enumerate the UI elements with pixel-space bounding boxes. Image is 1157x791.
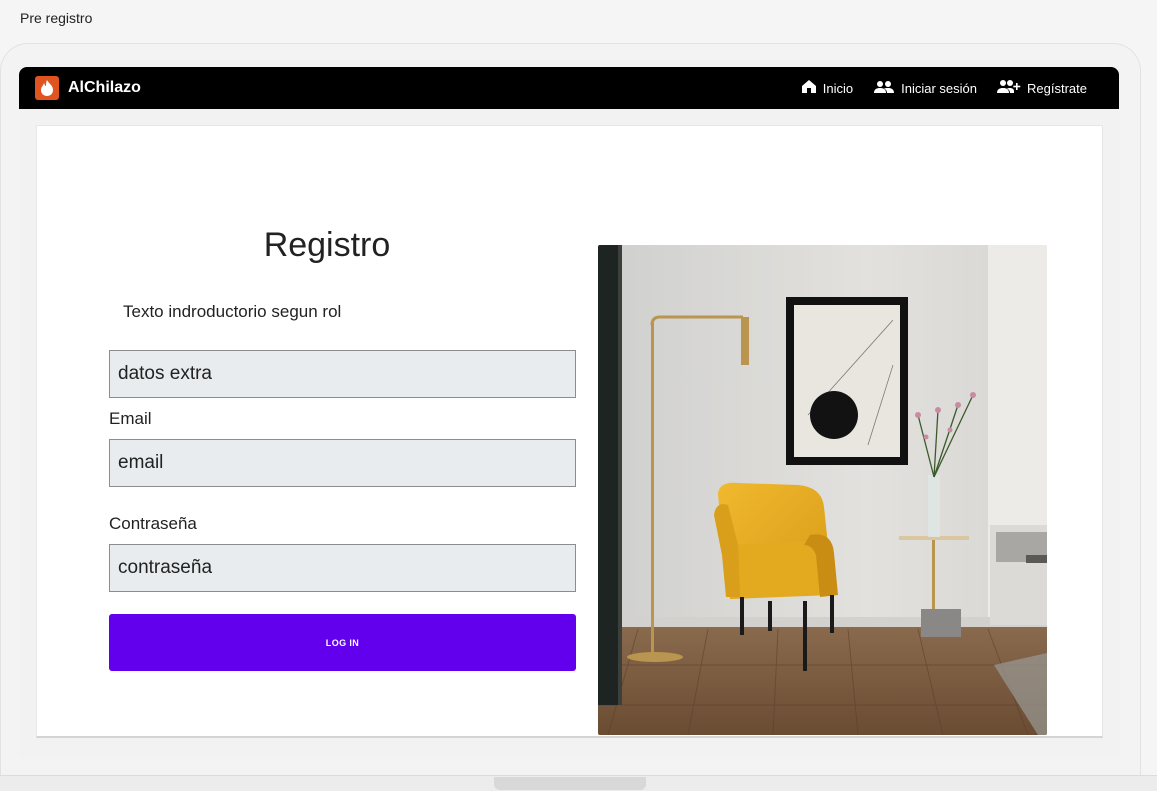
- login-button[interactable]: LOG IN: [109, 614, 576, 671]
- nav-link-label: Regístrate: [1027, 80, 1087, 96]
- extra-data-field[interactable]: datos extra: [109, 350, 576, 398]
- page-caption: Pre registro: [20, 10, 93, 26]
- add-user-icon: [997, 79, 1021, 97]
- registration-card: Registro Texto indroductorio segun rol d…: [36, 125, 1103, 738]
- brand-name: AlChilazo: [68, 79, 141, 96]
- nav-link-label: Inicio: [822, 80, 854, 96]
- home-icon: [801, 79, 817, 97]
- room-photo: [598, 245, 1047, 735]
- nav-link-label: Iniciar sesión: [901, 80, 978, 96]
- nav-link-registrate[interactable]: Regístrate: [997, 79, 1087, 97]
- email-field[interactable]: email: [109, 439, 576, 487]
- flame-logo-icon: [35, 76, 59, 100]
- password-label: Contraseña: [109, 514, 197, 533]
- nav-links: Inicio Iniciar sesión Regístrate: [801, 79, 1087, 97]
- navbar: AlChilazo Inicio Iniciar sesión Regístra…: [19, 67, 1119, 109]
- users-icon: [873, 80, 895, 97]
- password-field[interactable]: contraseña: [109, 544, 576, 592]
- nav-link-inicio[interactable]: Inicio: [801, 79, 853, 97]
- brand[interactable]: AlChilazo: [35, 76, 141, 100]
- intro-text: Texto indroductorio segun rol: [123, 302, 342, 321]
- app-screen: AlChilazo Inicio Iniciar sesión Regístra…: [19, 67, 1119, 757]
- device-notch: [494, 777, 646, 790]
- email-label: Email: [109, 409, 152, 428]
- form-title: Registro: [263, 226, 391, 264]
- nav-link-iniciar-sesion[interactable]: Iniciar sesión: [873, 80, 977, 97]
